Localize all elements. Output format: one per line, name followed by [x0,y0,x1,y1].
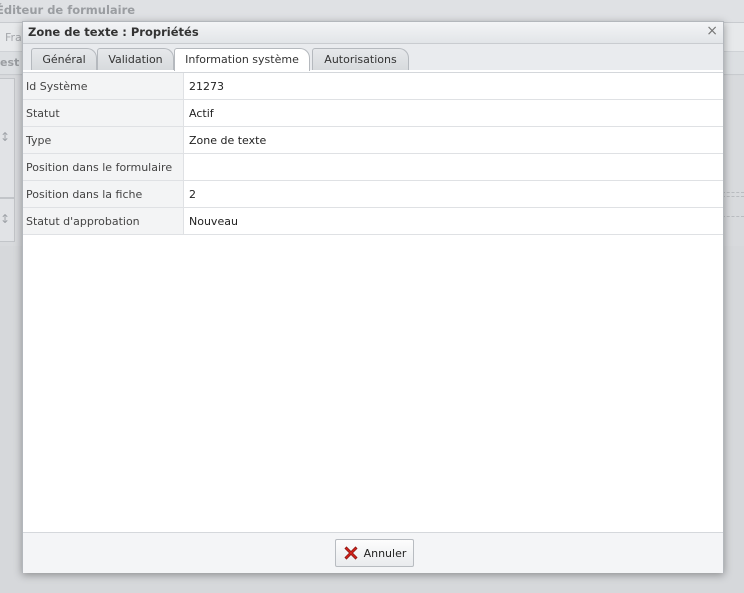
table-row: Type Zone de texte [23,126,723,154]
tab-system-information[interactable]: Information système [174,48,310,71]
red-x-icon [343,545,359,561]
properties-dialog: Zone de texte : Propriétés × Général Val… [22,21,724,573]
cancel-button[interactable]: Annuler [335,539,414,567]
table-row: Statut Actif [23,99,723,127]
property-value: 21273 [183,73,723,100]
tab-validation[interactable]: Validation [97,48,174,70]
table-row: Id Système 21273 [23,73,723,100]
divider [722,216,744,217]
close-icon[interactable]: × [706,24,718,39]
property-value: Actif [183,99,723,127]
form-field-block[interactable]: ↕ [0,78,15,198]
property-label: Statut d'approbation [23,207,184,235]
property-value: 2 [183,180,723,208]
table-row: Position dans la fiche 2 [23,180,723,208]
property-label: Statut [23,99,184,127]
property-label: Id Système [23,73,184,100]
system-info-grid: Id Système 21273 Statut Actif Type Zone … [23,73,723,235]
toolbar-fragment: Fra [5,31,22,44]
tab-general[interactable]: Général [31,48,97,70]
app-title: Éditeur de formulaire [0,3,136,17]
tab-bar: Général Validation Information système A… [23,44,723,71]
dialog-footer: Annuler [23,532,723,573]
property-value [183,153,723,181]
app-title-bar: Éditeur de formulaire [0,0,744,23]
property-value: Zone de texte [183,126,723,154]
dialog-header: Zone de texte : Propriétés × [23,22,723,44]
divider [722,196,744,197]
property-value: Nouveau [183,207,723,235]
dialog-title: Zone de texte : Propriétés [28,25,199,39]
property-label: Position dans le formulaire [23,153,184,181]
cancel-label: Annuler [363,546,407,560]
tab-permissions[interactable]: Autorisations [312,48,409,70]
drag-handle-icon[interactable]: ↕ [0,130,10,144]
subheader-fragment: est [0,56,20,69]
table-row: Position dans le formulaire [23,153,723,181]
divider [722,192,744,193]
property-label: Position dans la fiche [23,180,184,208]
drag-handle-icon[interactable]: ↕ [0,212,10,226]
table-row: Statut d'approbation Nouveau [23,207,723,235]
property-label: Type [23,126,184,154]
form-field-block[interactable]: ↕ [0,198,15,242]
